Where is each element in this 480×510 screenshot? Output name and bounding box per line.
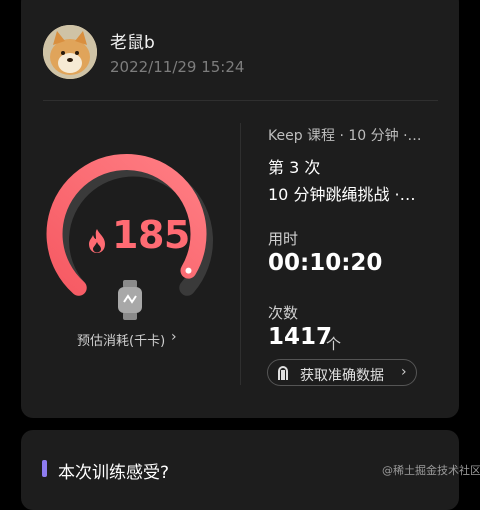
chevron-right-icon[interactable]: › [171,329,177,345]
column-divider [240,123,241,385]
estimated-calories-link[interactable]: 预估消耗(千卡) [77,330,165,349]
watermark: @稀土掘金技术社区 [382,464,480,477]
course-title: Keep 课程 · 10 分钟 ·… [268,128,422,144]
get-accurate-data-label: 获取准确数据 [300,368,384,384]
calorie-value: 185 [112,213,190,257]
count-label: 次数 [268,304,299,322]
shiba-avatar-icon [43,25,97,79]
flame-icon [89,229,105,253]
count-value: 1417 [268,324,333,350]
smartwatch-icon [118,280,142,320]
chevron-right-icon: › [401,364,407,380]
duration-value: 00:10:20 [268,250,383,276]
username: 老鼠b [110,33,155,53]
get-accurate-data-button[interactable]: 获取准确数据 › [267,359,417,386]
count-unit: 个 [326,335,342,353]
avatar[interactable] [43,25,97,79]
gauge-end-dot [185,267,192,274]
section-accent-bar [42,460,47,477]
challenge-name: 10 分钟跳绳挑战 ·… [268,185,416,204]
session-count: 第 3 次 [268,158,321,177]
header-divider [43,100,438,101]
feeling-title: 本次训练感受? [58,463,170,483]
device-icon [278,366,288,380]
workout-datetime: 2022/11/29 15:24 [110,58,245,76]
duration-label: 用时 [268,230,299,248]
